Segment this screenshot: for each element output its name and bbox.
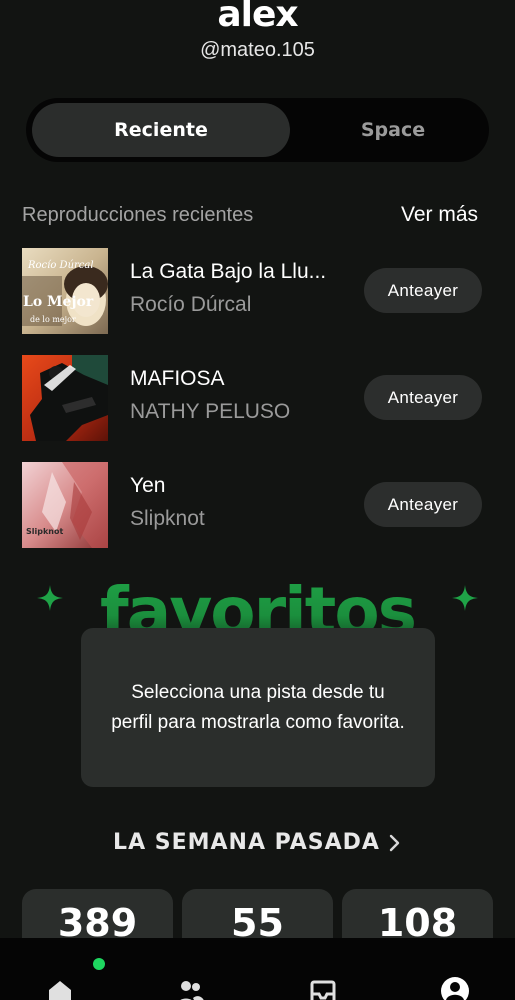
played-when-button[interactable]: Anteayer — [364, 482, 482, 527]
track-row[interactable]: MAFIOSA NATHY PELUSO Anteayer — [22, 355, 484, 441]
played-when-button[interactable]: Anteayer — [364, 375, 482, 420]
recent-plays-header: Reproducciones recientes Ver más — [22, 203, 478, 227]
cover-band-text: Slipknot — [26, 527, 63, 536]
track-artist: Rocío Dúrcal — [130, 293, 252, 316]
bottom-nav — [0, 938, 515, 1000]
favorites-empty-message: Selecciona una pista desde tu perfil par… — [111, 681, 405, 733]
album-cover: Slipknot — [22, 462, 108, 548]
friends-icon[interactable] — [175, 976, 205, 1000]
recent-plays-title: Reproducciones recientes — [22, 203, 254, 226]
track-row[interactable]: Slipknot Yen Slipknot Anteayer — [22, 462, 484, 548]
tab-space[interactable]: Space — [266, 103, 515, 157]
inbox-icon[interactable] — [308, 976, 338, 1000]
profile-name: alex — [217, 0, 298, 35]
cover-title-text: Lo Mejor — [23, 294, 94, 310]
view-toggle: Space Reciente — [26, 98, 489, 162]
tab-reciente[interactable]: Reciente — [32, 103, 290, 157]
last-week-title: LA SEMANA PASADA — [113, 830, 380, 855]
home-icon[interactable] — [45, 976, 75, 1000]
track-title: La Gata Bajo la Llu... — [130, 260, 327, 283]
profile-icon[interactable] — [440, 976, 470, 1000]
favorites-empty-card[interactable]: Selecciona una pista desde tu perfil par… — [81, 628, 435, 787]
album-cover — [22, 355, 108, 441]
last-week-header[interactable]: LA SEMANA PASADA — [0, 830, 515, 855]
track-title: MAFIOSA — [130, 367, 225, 390]
cover-subtitle-text: de lo mejor — [30, 315, 76, 324]
track-artist: Slipknot — [130, 507, 205, 530]
active-indicator-dot — [93, 958, 105, 970]
track-row[interactable]: Rocío Dúrcal Lo Mejor de lo mejor La Gat… — [22, 248, 484, 334]
album-cover: Rocío Dúrcal Lo Mejor de lo mejor — [22, 248, 108, 334]
chevron-right-icon — [389, 834, 400, 851]
track-artist: NATHY PELUSO — [130, 400, 291, 423]
profile-handle: @mateo.105 — [200, 39, 315, 61]
cover-artist-text: Rocío Dúrcal — [27, 260, 94, 271]
track-title: Yen — [130, 474, 166, 497]
played-when-button[interactable]: Anteayer — [364, 268, 482, 313]
see-more-link[interactable]: Ver más — [401, 203, 478, 227]
